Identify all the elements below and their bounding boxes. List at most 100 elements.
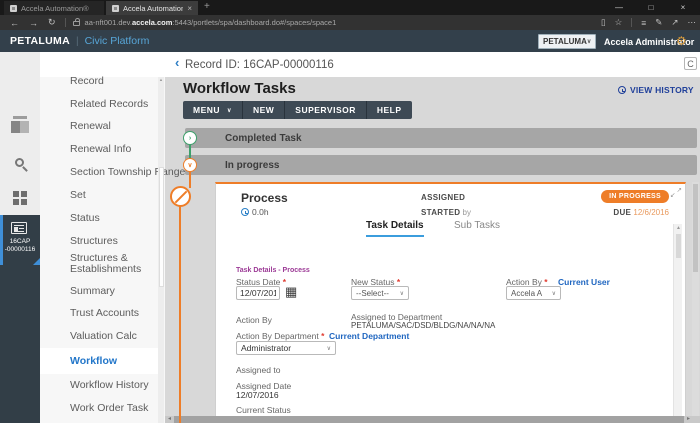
menu-item-renewal[interactable]: Renewal	[70, 120, 111, 132]
hours-clock-icon	[241, 208, 249, 216]
supervisor-button[interactable]: SUPERVISOR	[285, 101, 367, 119]
menu-item-status[interactable]: Status	[70, 212, 100, 224]
current-department-link[interactable]: Current Department	[329, 331, 409, 341]
menu-item-summary[interactable]: Summary	[70, 285, 115, 297]
reading-view-icon[interactable]: ▯	[601, 17, 606, 28]
divider	[65, 18, 66, 27]
view-history-link[interactable]: VIEW HISTORY	[618, 85, 694, 95]
tab-title: Accela Automation®	[123, 4, 183, 13]
scroll-right-arrow-icon[interactable]: ▸	[684, 416, 693, 423]
calendar-icon[interactable]: ▦	[285, 286, 297, 297]
record-bar	[40, 52, 700, 77]
window-minimize-button[interactable]: —	[604, 0, 634, 15]
menu-item-workflow-active[interactable]: Workflow	[70, 355, 117, 367]
accordion-in-progress[interactable]: In progress	[185, 155, 697, 175]
refresh-icon[interactable]: ↻	[48, 17, 56, 28]
chevron-down-icon: ∨	[552, 290, 556, 297]
connector-line-green	[189, 145, 191, 159]
new-tab-button[interactable]: +	[204, 1, 210, 12]
scrollbar-thumb[interactable]	[693, 184, 698, 272]
lock-icon	[73, 21, 80, 26]
tab-sub-tasks[interactable]: Sub Tasks	[454, 220, 500, 231]
browser-tab-2-active[interactable]: Accela Automation® ×	[106, 1, 198, 15]
agency-name: PETALUMA	[10, 35, 70, 47]
completed-chevron-right-icon[interactable]: ›	[183, 131, 197, 145]
divider: |	[76, 36, 79, 47]
new-button[interactable]: NEW	[243, 101, 285, 119]
record-title: Record ID: 16CAP-00000116	[185, 59, 334, 71]
menu-item-trust-accounts[interactable]: Trust Accounts	[70, 307, 139, 319]
card-tabs: Task Details Sub Tasks	[216, 220, 685, 238]
browser-tab-strip: Accela Automation® Accela Automation® × …	[0, 0, 700, 15]
tab-task-details[interactable]: Task Details	[366, 220, 424, 237]
scrollbar-up-arrow-icon[interactable]: ▲	[158, 77, 164, 82]
back-chevron-icon[interactable]: ‹	[175, 55, 179, 70]
more-icon[interactable]: ⋯	[688, 17, 697, 28]
current-status-label: Current Status	[236, 405, 291, 415]
menu-item-work-order-task[interactable]: Work Order Task	[70, 402, 148, 414]
form-section-label: Task Details - Process	[236, 267, 310, 274]
menu-item-section-township-range[interactable]: Section Township Range	[70, 166, 185, 178]
assigned-to-department-value: PETALUMA/SAC/DSD/BLDG/NA/NA/NA	[351, 321, 495, 330]
chevron-down-icon: ∨	[400, 290, 404, 297]
task-pending-icon	[170, 186, 191, 207]
dashboard-icon[interactable]	[11, 116, 29, 134]
card-scrollbar[interactable]: ▲	[673, 224, 682, 423]
expand-icon[interactable]: ↗↙	[671, 187, 682, 198]
action-by-department-select[interactable]: Administrator∨	[236, 341, 336, 355]
scrollbar-thumb[interactable]	[676, 234, 681, 258]
connector-line-orange	[179, 205, 181, 423]
task-name: Process	[241, 191, 288, 205]
menu-item-valuation-calc[interactable]: Valuation Calc	[70, 330, 137, 342]
favicon-icon	[10, 5, 17, 12]
content-horizontal-scrollbar[interactable]: ◂ ▸	[165, 416, 700, 423]
status-date-input[interactable]	[236, 286, 280, 300]
window-close-button[interactable]: ×	[668, 0, 698, 15]
content-vertical-scrollbar[interactable]	[692, 182, 699, 416]
apps-grid-icon[interactable]	[13, 191, 27, 205]
chevron-down-icon: ∨	[327, 345, 331, 352]
gear-icon[interactable]: ⚙	[676, 34, 687, 48]
new-status-select[interactable]: --Select--∨	[351, 286, 409, 300]
tab-close-icon[interactable]: ×	[187, 4, 192, 13]
scroll-left-arrow-icon[interactable]: ◂	[165, 416, 174, 423]
window-maximize-button[interactable]: □	[636, 0, 666, 15]
favorites-star-icon[interactable]: ☆	[615, 17, 623, 28]
scrollbar-thumb[interactable]	[159, 167, 164, 287]
forward-icon[interactable]: →	[29, 18, 38, 28]
menu-item-structures[interactable]: Structures	[70, 235, 118, 247]
assigned-to-label: Assigned to	[236, 365, 280, 375]
search-icon[interactable]	[15, 158, 24, 167]
menu-scrollbar[interactable]: ▲	[158, 77, 164, 423]
inprogress-chevron-down-icon[interactable]: ∨	[183, 158, 197, 172]
action-by-select[interactable]: Accela A∨	[506, 286, 561, 300]
url-text[interactable]: aa-nft001.dev.accela.com:5443/portlets/s…	[85, 18, 337, 27]
connector-line-orange	[189, 172, 191, 188]
scrollbar-up-arrow-icon[interactable]: ▲	[674, 225, 683, 231]
agency-select[interactable]: PETALUMA ∨	[538, 34, 596, 49]
browser-tab-1[interactable]: Accela Automation®	[4, 1, 104, 15]
web-note-icon[interactable]: ✎	[655, 17, 662, 28]
help-button[interactable]: HELP	[367, 101, 412, 119]
share-icon[interactable]: ↗	[671, 17, 678, 28]
scrollbar-thumb[interactable]	[174, 416, 684, 423]
menu-item-structures-establishments[interactable]: Structures & Establishments	[70, 253, 160, 274]
menu-item-related-records[interactable]: Related Records	[70, 98, 148, 110]
accordion-completed-task[interactable]: Completed Task	[185, 128, 697, 148]
menu-item-record[interactable]: Record	[70, 75, 104, 87]
action-by-department-label: Action By Department *	[236, 331, 324, 341]
chevron-down-icon: ∨	[227, 107, 232, 114]
back-icon[interactable]: ←	[10, 18, 19, 28]
menu-button[interactable]: MENU∨	[183, 101, 243, 119]
rail-record-id-line2: -00000116	[0, 246, 40, 253]
menu-item-renewal-info[interactable]: Renewal Info	[70, 143, 131, 155]
current-user-link[interactable]: Current User	[558, 277, 610, 287]
hub-icon[interactable]: ≡	[641, 18, 646, 28]
menu-item-workflow-history[interactable]: Workflow History	[70, 379, 149, 391]
menu-item-set[interactable]: Set	[70, 189, 86, 201]
action-by-static-label: Action By	[236, 315, 272, 325]
refresh-button[interactable]: C	[684, 57, 697, 70]
workflow-toolbar: MENU∨ NEW SUPERVISOR HELP	[183, 101, 412, 119]
assigned-date-value: 12/07/2016	[236, 390, 279, 400]
active-corner-triangle	[33, 258, 40, 265]
